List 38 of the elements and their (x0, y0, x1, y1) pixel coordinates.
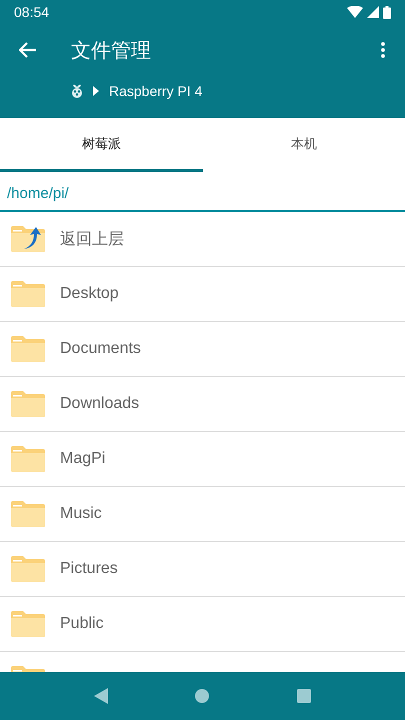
raspberry-icon (71, 84, 83, 98)
recents-icon[interactable] (297, 689, 312, 703)
back-icon[interactable] (94, 688, 108, 704)
path-field: /home/pi/ (0, 178, 405, 212)
folder-icon (10, 445, 46, 473)
folder-up-icon (10, 225, 46, 253)
caret-right-icon (93, 86, 99, 96)
folder-name: Public (60, 615, 104, 633)
folder-row[interactable]: Pictures (0, 542, 405, 597)
folder-row[interactable]: Public (0, 597, 405, 652)
folder-row[interactable]: Music (0, 487, 405, 542)
folder-name: Documents (60, 340, 141, 358)
back-arrow-icon[interactable] (19, 42, 37, 58)
folder-icon (10, 280, 46, 308)
folder-icon (10, 500, 46, 528)
more-options-icon[interactable] (381, 42, 385, 58)
folder-icon (10, 555, 46, 583)
app-title: 文件管理 (71, 36, 152, 64)
folder-name: Pictures (60, 560, 118, 578)
folder-name: Downloads (60, 395, 140, 413)
folder-icon (10, 335, 46, 363)
folder-row[interactable]: Documents (0, 322, 405, 377)
folder-icon (10, 610, 46, 638)
folder-name: Music (60, 505, 102, 523)
battery-icon (383, 6, 391, 18)
folder-row[interactable]: 返回上层 (0, 212, 405, 267)
signal-icon (367, 6, 379, 18)
folder-row[interactable]: Desktop (0, 267, 405, 322)
status-time: 08:54 (14, 4, 50, 20)
folder-row[interactable]: Downloads (0, 377, 405, 432)
wifi-icon (347, 6, 363, 18)
folder-name: MagPi (60, 450, 106, 468)
folder-name: Desktop (60, 285, 119, 303)
home-icon[interactable] (195, 689, 210, 703)
folder-name: 返回上层 (60, 230, 124, 250)
folder-icon (10, 390, 46, 418)
device-name: Raspberry PI 4 (109, 83, 202, 99)
folder-row[interactable]: MagPi (0, 432, 405, 487)
